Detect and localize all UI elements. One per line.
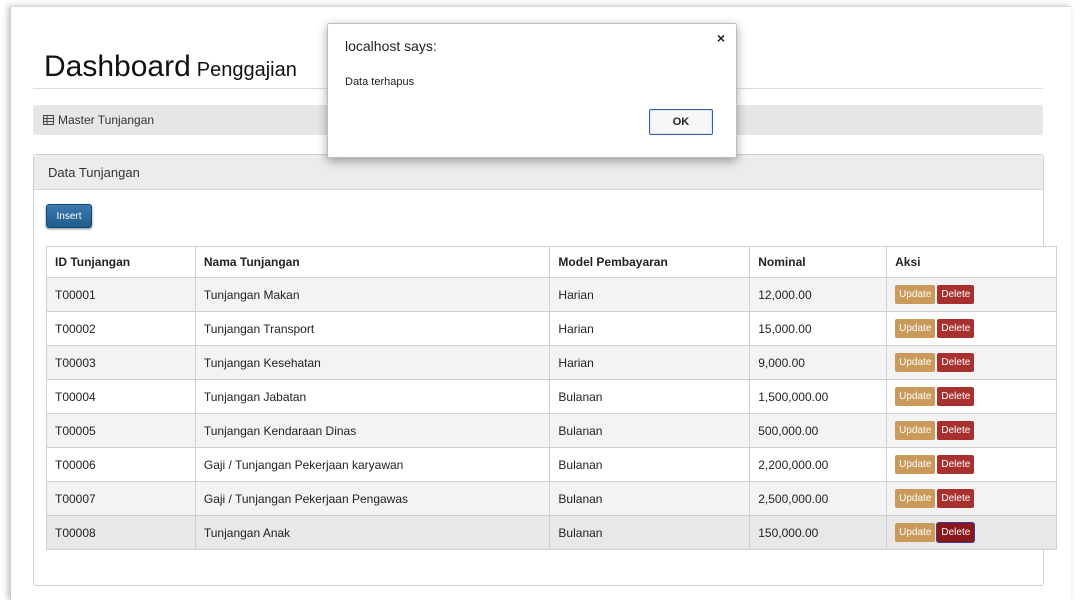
cell-model: Bulanan bbox=[549, 379, 751, 414]
cell-nominal: 9,000.00 bbox=[749, 345, 888, 380]
header-aksi: Aksi bbox=[886, 246, 1057, 278]
cell-nama: Tunjangan Kesehatan bbox=[194, 345, 551, 380]
dialog-title: localhost says: bbox=[345, 38, 437, 54]
breadcrumb-label[interactable]: Master Tunjangan bbox=[58, 113, 154, 127]
delete-button[interactable]: Delete bbox=[937, 523, 975, 542]
alert-dialog: localhost says: × Data terhapus OK bbox=[327, 23, 737, 158]
cell-id: T00001 bbox=[46, 277, 196, 312]
cell-nama: Gaji / Tunjangan Pekerjaan karyawan bbox=[194, 447, 551, 482]
delete-button[interactable]: Delete bbox=[937, 285, 975, 304]
cell-aksi: Update Delete bbox=[886, 413, 1057, 448]
cell-nominal: 150,000.00 bbox=[749, 515, 888, 550]
data-panel: Data Tunjangan Insert ID Tunjangan Nama … bbox=[33, 154, 1057, 586]
table-icon bbox=[43, 115, 54, 125]
cell-id: T00006 bbox=[46, 447, 196, 482]
cell-nama: Gaji / Tunjangan Pekerjaan Pengawas bbox=[194, 481, 551, 516]
cell-nama: Tunjangan Makan bbox=[194, 277, 551, 312]
header-id: ID Tunjangan bbox=[46, 246, 196, 278]
insert-button[interactable]: Insert bbox=[46, 204, 92, 228]
cell-nominal: 2,200,000.00 bbox=[749, 447, 888, 482]
table-row: T00007 Gaji / Tunjangan Pekerjaan Pengawa… bbox=[46, 481, 1057, 516]
delete-button[interactable]: Delete bbox=[937, 319, 975, 338]
cell-aksi: Update Delete bbox=[886, 345, 1057, 380]
cell-aksi: Update Delete bbox=[886, 379, 1057, 414]
cell-nominal: 2,500,000.00 bbox=[749, 481, 888, 516]
page-title-sub: Penggajian bbox=[196, 59, 297, 81]
cell-nama: Tunjangan Anak bbox=[194, 515, 551, 550]
cell-nominal: 1,500,000.00 bbox=[749, 379, 888, 414]
tunjangan-table: ID Tunjangan Nama Tunjangan Model Pembay… bbox=[46, 246, 1057, 550]
cell-aksi: Update Delete bbox=[886, 277, 1057, 312]
update-button[interactable]: Update bbox=[895, 523, 936, 542]
cell-id: T00002 bbox=[46, 311, 196, 346]
update-button[interactable]: Update bbox=[895, 353, 936, 372]
table-row: T00003 Tunjangan Kesehatan Harian 9,000.00 U… bbox=[46, 345, 1057, 380]
cell-aksi: Update Delete bbox=[886, 311, 1057, 346]
delete-button[interactable]: Delete bbox=[937, 387, 975, 406]
table-body: T00001 Tunjangan Makan Harian 12,000.00 Upda… bbox=[46, 277, 1057, 550]
cell-model: Bulanan bbox=[549, 413, 751, 448]
cell-aksi: Update Delete bbox=[886, 481, 1057, 516]
cell-aksi: Update Delete bbox=[886, 447, 1057, 482]
cell-nama: Tunjangan Transport bbox=[194, 311, 551, 346]
panel-heading: Data Tunjangan bbox=[34, 155, 1043, 190]
delete-button[interactable]: Delete bbox=[937, 455, 975, 474]
cell-id: T00003 bbox=[46, 345, 196, 380]
header-nominal: Nominal bbox=[749, 246, 888, 278]
cell-nama: Tunjangan Kendaraan Dinas bbox=[194, 413, 551, 448]
cell-id: T00004 bbox=[46, 379, 196, 414]
cell-id: T00008 bbox=[46, 515, 196, 550]
table-row: T00008 Tunjangan Anak Bulanan 150,000.00 Upd… bbox=[46, 515, 1057, 550]
update-button[interactable]: Update bbox=[895, 455, 936, 474]
page-title-main: Dashboard bbox=[44, 50, 191, 83]
delete-button[interactable]: Delete bbox=[937, 421, 975, 440]
cell-aksi: Update Delete bbox=[886, 515, 1057, 550]
delete-button[interactable]: Delete bbox=[937, 489, 975, 508]
update-button[interactable]: Update bbox=[895, 421, 936, 440]
close-icon[interactable]: × bbox=[717, 30, 725, 46]
header-nama: Nama Tunjangan bbox=[194, 246, 551, 278]
dialog-message: Data terhapus bbox=[345, 76, 415, 88]
cell-nama: Tunjangan Jabatan bbox=[194, 379, 551, 414]
cell-nominal: 15,000.00 bbox=[749, 311, 888, 346]
table-row: T00006 Gaji / Tunjangan Pekerjaan karyawa… bbox=[46, 447, 1057, 482]
table-row: T00004 Tunjangan Jabatan Bulanan 1,500,000.… bbox=[46, 379, 1057, 414]
page-title: Dashboard Penggajian bbox=[44, 47, 297, 84]
cell-id: T00005 bbox=[46, 413, 196, 448]
cell-nominal: 500,000.00 bbox=[749, 413, 888, 448]
cell-model: Harian bbox=[549, 345, 751, 380]
update-button[interactable]: Update bbox=[895, 285, 936, 304]
table-header-row: ID Tunjangan Nama Tunjangan Model Pembay… bbox=[46, 246, 1057, 278]
update-button[interactable]: Update bbox=[895, 387, 936, 406]
update-button[interactable]: Update bbox=[895, 489, 936, 508]
delete-button[interactable]: Delete bbox=[937, 353, 975, 372]
header-model: Model Pembayaran bbox=[549, 246, 751, 278]
cell-model: Bulanan bbox=[549, 515, 751, 550]
cell-model: Harian bbox=[549, 311, 751, 346]
ok-button[interactable]: OK bbox=[649, 109, 713, 135]
update-button[interactable]: Update bbox=[895, 319, 936, 338]
table-row: T00001 Tunjangan Makan Harian 12,000.00 Upda… bbox=[46, 277, 1057, 312]
cell-model: Harian bbox=[549, 277, 751, 312]
table-row: T00005 Tunjangan Kendaraan Dinas Bulanan 50… bbox=[46, 413, 1057, 448]
table-row: T00002 Tunjangan Transport Harian 15,000.00… bbox=[46, 311, 1057, 346]
cell-model: Bulanan bbox=[549, 447, 751, 482]
cell-model: Bulanan bbox=[549, 481, 751, 516]
cell-nominal: 12,000.00 bbox=[749, 277, 888, 312]
cell-id: T00007 bbox=[46, 481, 196, 516]
